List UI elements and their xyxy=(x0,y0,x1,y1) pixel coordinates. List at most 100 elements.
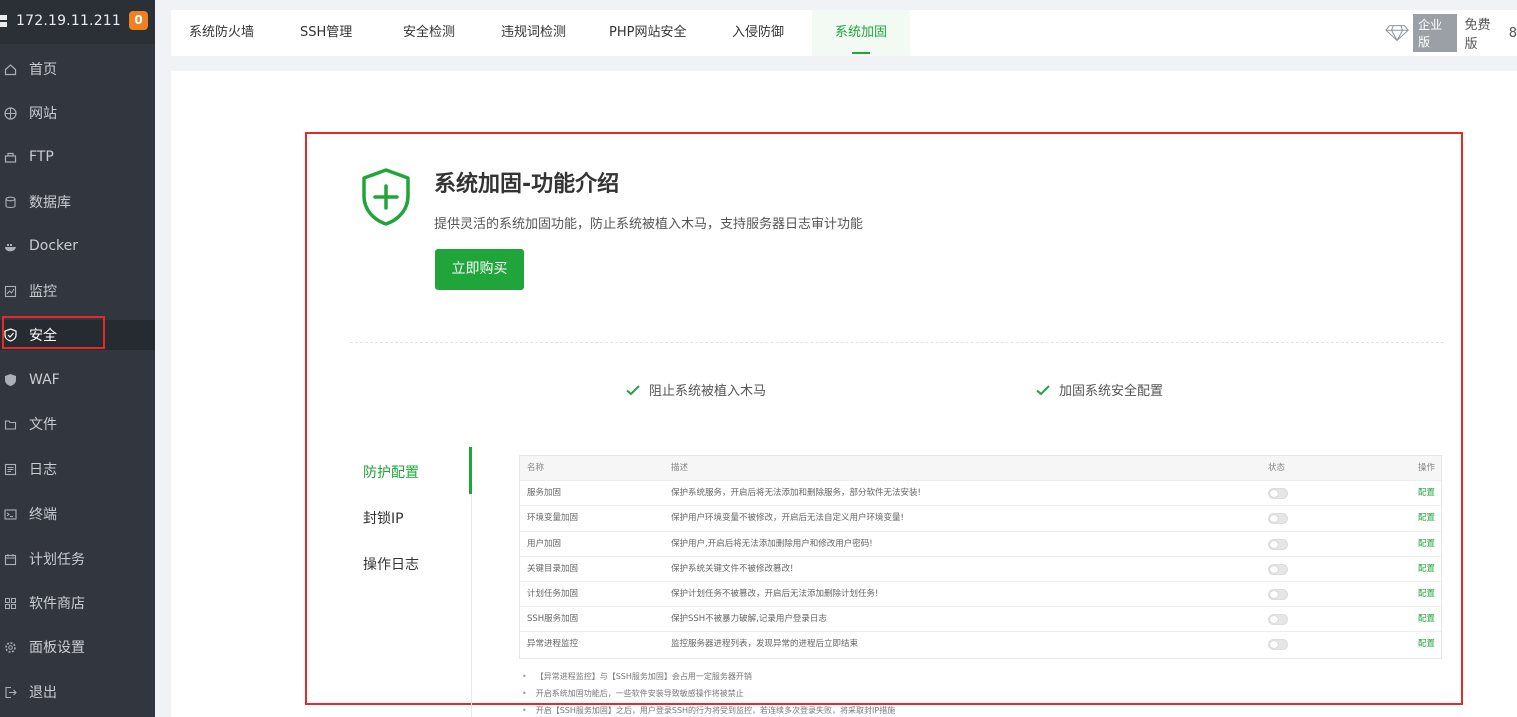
tab-system-hardening[interactable]: 系统加固 xyxy=(812,10,910,56)
sidebar-item-label: WAF xyxy=(29,372,60,388)
database-icon xyxy=(4,196,17,209)
sidebar-item-waf[interactable]: WAF xyxy=(0,365,155,395)
sidebar-item-label: 终端 xyxy=(29,507,57,523)
top-tab-bar: 系统防火墙 SSH管理 安全检测 违规词检测 PHP网站安全 入侵防御 系统加固… xyxy=(171,10,1517,56)
row-name: 计划任务加固 xyxy=(527,588,579,599)
monitor-icon xyxy=(4,285,17,298)
sidebar-item-label: 监控 xyxy=(29,284,57,300)
shield-icon xyxy=(4,374,17,387)
terminal-icon xyxy=(4,508,17,521)
table-row: 用户加固 保护用户,开启后将无法添加删除用户和修改用户密码! 配置 xyxy=(520,532,1441,557)
status-toggle[interactable] xyxy=(1268,614,1288,626)
sidebar-item-database[interactable]: 数据库 xyxy=(0,187,155,217)
tab-system-firewall[interactable]: 系统防火墙 xyxy=(189,10,254,56)
sidebar: 172.19.11.211 0 首页 网站 FTP 数据库 Docker 监控 … xyxy=(0,0,155,717)
table-row: 异常进程监控 监控服务器进程列表，发现异常的进程后立即结束 配置 xyxy=(520,632,1441,657)
logout-icon xyxy=(4,686,17,699)
note-item: 开启系统加固功能后，一些软件安装导致敏感操作将被禁止 xyxy=(522,689,895,706)
intro-title: 系统加固-功能介绍 xyxy=(434,172,620,197)
status-toggle[interactable] xyxy=(1268,488,1288,500)
row-desc: 保护系统关键文件不被修改篡改! xyxy=(671,563,794,574)
sidebar-item-label: 数据库 xyxy=(29,195,71,211)
sidebar-item-label: 软件商店 xyxy=(29,596,85,612)
sidebar-item-label: 退出 xyxy=(29,685,57,701)
sidebar-item-cron[interactable]: 计划任务 xyxy=(0,544,155,574)
check-icon xyxy=(1036,384,1050,395)
docker-icon xyxy=(4,240,17,253)
configure-link[interactable]: 配置 xyxy=(1418,632,1435,657)
tab-security-check[interactable]: 安全检测 xyxy=(403,10,455,56)
sidebar-item-files[interactable]: 文件 xyxy=(0,409,155,439)
enterprise-badge[interactable]: 企业版 xyxy=(1413,14,1457,52)
sidebar-item-label: 面板设置 xyxy=(29,640,85,656)
buy-now-button[interactable]: 立即购买 xyxy=(435,249,524,290)
sidebar-item-logs[interactable]: 日志 xyxy=(0,454,155,484)
sidebar-item-label: 网站 xyxy=(29,106,57,122)
side-menu-protection-config[interactable]: 防护配置 xyxy=(363,462,419,482)
header-name: 名称 xyxy=(527,463,545,473)
status-toggle[interactable] xyxy=(1268,538,1288,550)
sidebar-item-monitor[interactable]: 监控 xyxy=(0,276,155,306)
section-divider xyxy=(350,342,1444,343)
row-name: 异常进程监控 xyxy=(527,639,579,650)
status-toggle[interactable] xyxy=(1268,513,1288,525)
intro-description: 提供灵活的系统加固功能，防止系统被植入木马，支持服务器日志审计功能 xyxy=(434,217,864,232)
sidebar-item-website[interactable]: 网站 xyxy=(0,98,155,128)
configure-link[interactable]: 配置 xyxy=(1418,607,1435,632)
table-row: SSH服务加固 保护SSH不被暴力破解,记录用户登录日志 配置 xyxy=(520,607,1441,633)
configure-link[interactable]: 配置 xyxy=(1418,481,1435,506)
diamond-icon xyxy=(1385,25,1409,42)
configure-link[interactable]: 配置 xyxy=(1418,506,1435,531)
header-desc: 描述 xyxy=(671,463,689,473)
configure-link[interactable]: 配置 xyxy=(1418,582,1435,607)
feature-label: 阻止系统被植入木马 xyxy=(649,384,767,399)
row-name: 用户加固 xyxy=(527,538,562,549)
header-action: 操作 xyxy=(1417,463,1435,473)
sidebar-item-label: Docker xyxy=(29,238,79,254)
server-ip[interactable]: 172.19.11.211 xyxy=(16,13,121,29)
status-toggle[interactable] xyxy=(1268,588,1288,600)
server-icon xyxy=(0,15,7,27)
row-desc: 保护SSH不被暴力破解,记录用户登录日志 xyxy=(671,614,827,625)
tab-php-site-security[interactable]: PHP网站安全 xyxy=(609,10,686,56)
free-edition-label: 免费版 xyxy=(1464,18,1491,52)
feature-item: 加固系统安全配置 xyxy=(1035,380,1163,399)
sidebar-item-panel-settings[interactable]: 面板设置 xyxy=(0,632,155,662)
feature-label: 加固系统安全配置 xyxy=(1059,384,1164,399)
table-row: 关键目录加固 保护系统关键文件不被修改篡改! 配置 xyxy=(520,557,1441,582)
side-menu-active-indicator xyxy=(469,447,472,494)
sidebar-header: 172.19.11.211 0 xyxy=(0,0,155,44)
sidebar-item-appstore[interactable]: 软件商店 xyxy=(0,588,155,618)
configure-link[interactable]: 配置 xyxy=(1418,532,1435,557)
sidebar-item-ftp[interactable]: FTP xyxy=(0,142,155,172)
sidebar-item-home[interactable]: 首页 xyxy=(0,54,155,84)
row-desc: 保护用户,开启后将无法添加删除用户和修改用户密码! xyxy=(671,538,873,549)
row-name: SSH服务加固 xyxy=(527,614,579,625)
table-header-row: 名称 描述 状态 操作 xyxy=(520,456,1441,482)
side-menu-block-ip[interactable]: 封锁IP xyxy=(363,508,404,528)
table-row: 服务加固 保护系统服务，开启后将无法添加和删除服务，部分软件无法安装! 配置 xyxy=(520,481,1441,507)
sidebar-item-docker[interactable]: Docker xyxy=(0,231,155,261)
tab-ssh-management[interactable]: SSH管理 xyxy=(300,10,352,56)
sidebar-item-label: 首页 xyxy=(29,62,57,78)
tab-intrusion-prevention[interactable]: 入侵防御 xyxy=(732,10,784,56)
configure-link[interactable]: 配置 xyxy=(1418,557,1435,582)
sidebar-item-label: 计划任务 xyxy=(29,552,85,568)
side-menu-operation-log[interactable]: 操作日志 xyxy=(363,554,419,574)
row-name: 环境变量加固 xyxy=(527,513,579,524)
row-desc: 保护计划任务不被篡改，开启后无法添加删除计划任务! xyxy=(671,588,879,599)
sidebar-item-label: FTP xyxy=(29,149,54,165)
row-desc: 保护用户环境变量不被修改，开启后无法自定义用户环境变量! xyxy=(671,513,904,524)
status-toggle[interactable] xyxy=(1268,639,1288,651)
header-status: 状态 xyxy=(1268,463,1286,473)
tab-prohibited-words[interactable]: 违规词检测 xyxy=(501,10,566,56)
row-name: 服务加固 xyxy=(527,488,562,499)
notes-list: 【异常进程监控】与【SSH服务加固】会占用一定服务器开销 开启系统加固功能后，一… xyxy=(522,672,896,717)
status-toggle[interactable] xyxy=(1268,563,1288,575)
notification-badge[interactable]: 0 xyxy=(129,11,148,30)
settings-icon xyxy=(4,641,17,654)
sidebar-item-terminal[interactable]: 终端 xyxy=(0,499,155,529)
sidebar-item-logout[interactable]: 退出 xyxy=(0,677,155,707)
home-icon xyxy=(4,63,17,76)
globe-icon xyxy=(4,106,17,120)
